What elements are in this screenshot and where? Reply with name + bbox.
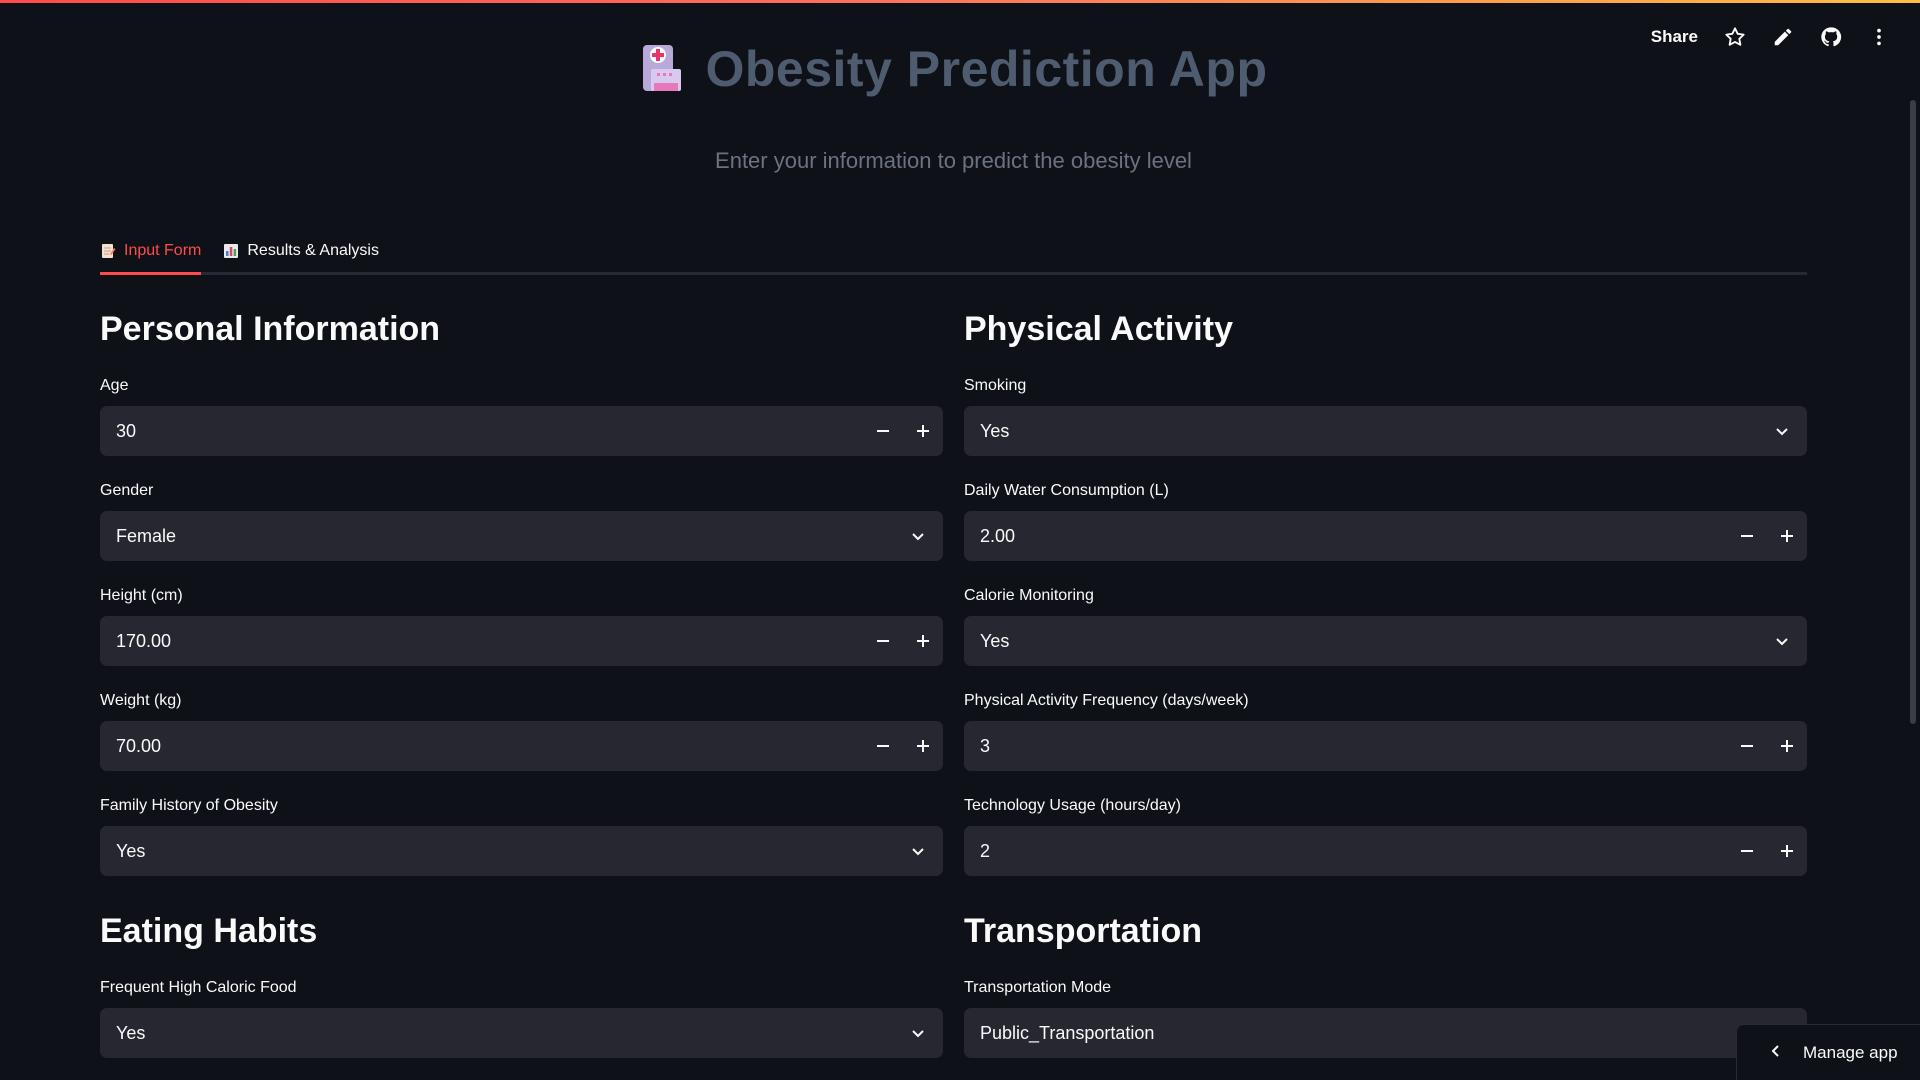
activity-frequency-input[interactable]: 3	[964, 721, 1807, 771]
personal-info-heading: Personal Information	[100, 310, 441, 348]
chevron-down-icon[interactable]	[1757, 616, 1807, 666]
more-vertical-icon[interactable]	[1868, 26, 1890, 48]
hospital-icon	[639, 43, 685, 95]
smoking-value: Yes	[980, 420, 1010, 441]
tech-usage-value[interactable]: 2	[964, 841, 1727, 862]
smoking-label: Smoking	[964, 377, 1027, 394]
eating-habits-heading: Eating Habits	[100, 912, 318, 950]
height-decrement-button[interactable]	[863, 616, 903, 666]
weight-decrement-button[interactable]	[863, 721, 903, 771]
physical-activity-heading: Physical Activity	[964, 310, 1233, 348]
tech-usage-label: Technology Usage (hours/day)	[964, 797, 1182, 814]
calorie-monitoring-value: Yes	[980, 630, 1010, 651]
height-input[interactable]: 170.00	[100, 616, 943, 666]
age-increment-button[interactable]	[903, 406, 943, 456]
high-caloric-label: Frequent High Caloric Food	[100, 979, 297, 996]
activity-frequency-increment-button[interactable]	[1767, 721, 1807, 771]
tab-results-analysis[interactable]: Results & Analysis	[223, 230, 379, 272]
tab-input-form[interactable]: Input Form	[100, 230, 202, 275]
top-decoration-stripe	[0, 0, 1920, 3]
water-label: Daily Water Consumption (L)	[964, 482, 1169, 499]
high-caloric-value: Yes	[116, 1022, 146, 1043]
tab-bar: Input Form Results & Analysis	[100, 230, 1807, 275]
transport-mode-value: Public_Transportation	[980, 1022, 1155, 1043]
family-history-label: Family History of Obesity	[100, 797, 278, 814]
age-input[interactable]: 30	[100, 406, 943, 456]
water-increment-button[interactable]	[1767, 511, 1807, 561]
gender-value: Female	[116, 525, 177, 546]
chevron-down-icon[interactable]	[893, 826, 943, 876]
water-input[interactable]: 2.00	[964, 511, 1807, 561]
family-history-select[interactable]: Yes	[100, 826, 943, 876]
title-row: Obesity Prediction App	[100, 40, 1807, 98]
transportation-heading: Transportation	[964, 912, 1203, 950]
page-subtitle: Enter your information to predict the ob…	[715, 148, 1192, 173]
smoking-select[interactable]: Yes	[964, 406, 1807, 456]
chevron-down-icon[interactable]	[893, 1008, 943, 1058]
activity-frequency-decrement-button[interactable]	[1727, 721, 1767, 771]
chevron-down-icon[interactable]	[893, 511, 943, 561]
activity-frequency-value[interactable]: 3	[964, 736, 1727, 757]
gender-select[interactable]: Female	[100, 511, 943, 561]
calorie-monitoring-select[interactable]: Yes	[964, 616, 1807, 666]
transport-mode-label: Transportation Mode	[964, 979, 1112, 996]
height-value[interactable]: 170.00	[100, 631, 863, 652]
manage-app-label: Manage app	[1803, 1042, 1898, 1062]
tab-results-analysis-label: Results & Analysis	[247, 242, 379, 259]
age-value[interactable]: 30	[100, 421, 863, 442]
family-history-value: Yes	[116, 840, 146, 861]
weight-value[interactable]: 70.00	[100, 736, 863, 757]
calorie-monitoring-label: Calorie Monitoring	[964, 587, 1094, 604]
chevron-left-icon	[1769, 1043, 1783, 1063]
weight-input[interactable]: 70.00	[100, 721, 943, 771]
age-decrement-button[interactable]	[863, 406, 903, 456]
weight-increment-button[interactable]	[903, 721, 943, 771]
memo-icon	[100, 243, 116, 259]
tech-usage-input[interactable]: 2	[964, 826, 1807, 876]
chevron-down-icon[interactable]	[1757, 406, 1807, 456]
gender-label: Gender	[100, 482, 154, 499]
height-label: Height (cm)	[100, 587, 183, 604]
tab-input-form-label: Input Form	[124, 242, 202, 259]
bar-chart-icon	[223, 243, 239, 259]
age-label: Age	[100, 377, 129, 394]
tech-usage-increment-button[interactable]	[1767, 826, 1807, 876]
tech-usage-decrement-button[interactable]	[1727, 826, 1767, 876]
manage-app-button[interactable]: Manage app	[1736, 1024, 1920, 1080]
page-scrollbar[interactable]	[1910, 100, 1916, 724]
high-caloric-select[interactable]: Yes	[100, 1008, 943, 1058]
height-increment-button[interactable]	[903, 616, 943, 666]
activity-frequency-label: Physical Activity Frequency (days/week)	[964, 692, 1249, 709]
github-icon[interactable]	[1820, 26, 1842, 48]
water-value[interactable]: 2.00	[964, 526, 1727, 547]
water-decrement-button[interactable]	[1727, 511, 1767, 561]
page-title: Obesity Prediction App	[705, 41, 1268, 97]
transport-mode-select[interactable]: Public_Transportation	[964, 1008, 1807, 1058]
weight-label: Weight (kg)	[100, 692, 182, 709]
